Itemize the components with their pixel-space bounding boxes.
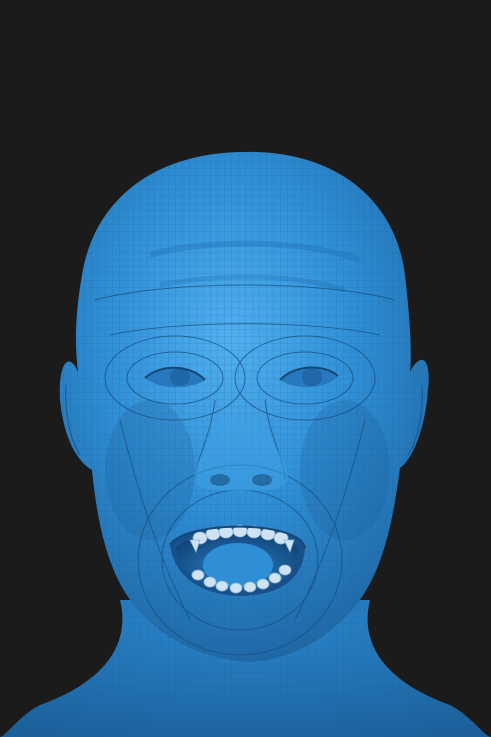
render-viewport <box>0 0 491 737</box>
head-mesh-render <box>0 151 491 737</box>
